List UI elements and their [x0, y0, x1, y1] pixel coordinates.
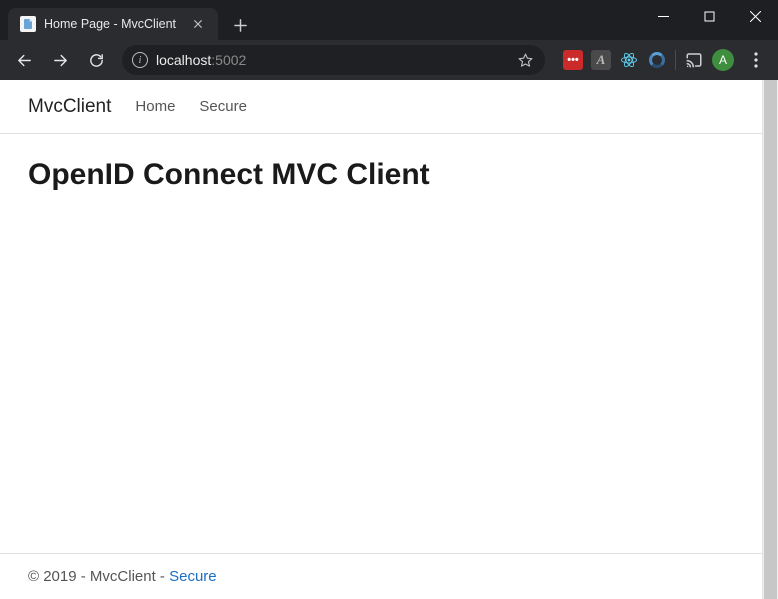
extension-adobe-icon[interactable]: A [591, 50, 611, 70]
extensions-strip: ••• A A [555, 49, 738, 71]
window-titlebar: Home Page - MvcClient [0, 0, 778, 40]
extension-lastpass-icon[interactable]: ••• [563, 50, 583, 70]
extension-circle-icon[interactable] [647, 50, 667, 70]
browser-toolbar: i localhost:5002 ••• A A [0, 40, 778, 80]
page-viewport: MvcClient Home Secure OpenID Connect MVC… [0, 80, 762, 599]
vertical-scrollbar-thumb[interactable] [764, 80, 777, 599]
window-minimize-button[interactable] [640, 0, 686, 32]
forward-button[interactable] [44, 44, 76, 76]
page-heading: OpenID Connect MVC Client [28, 158, 734, 192]
cast-icon[interactable] [684, 50, 704, 70]
extension-react-devtools-icon[interactable] [619, 50, 639, 70]
address-port: :5002 [211, 52, 246, 68]
window-close-button[interactable] [732, 0, 778, 32]
browser-tab[interactable]: Home Page - MvcClient [8, 8, 218, 40]
address-host: localhost [156, 52, 211, 68]
tab-title: Home Page - MvcClient [44, 17, 182, 31]
back-button[interactable] [8, 44, 40, 76]
nav-link-secure[interactable]: Secure [199, 98, 247, 115]
site-info-icon[interactable]: i [132, 52, 148, 68]
viewport-wrap: MvcClient Home Secure OpenID Connect MVC… [0, 80, 778, 599]
footer-secure-link[interactable]: Secure [169, 568, 217, 585]
page-body: OpenID Connect MVC Client [0, 134, 762, 553]
toolbar-divider [675, 50, 676, 70]
bookmark-star-icon[interactable] [515, 50, 535, 70]
address-text: localhost:5002 [156, 52, 507, 68]
reload-button[interactable] [80, 44, 112, 76]
new-tab-button[interactable] [226, 11, 254, 39]
close-tab-button[interactable] [190, 16, 206, 32]
browser-menu-button[interactable] [742, 44, 770, 76]
site-navbar: MvcClient Home Secure [0, 80, 762, 134]
page-icon [20, 16, 36, 32]
address-bar[interactable]: i localhost:5002 [122, 45, 545, 75]
window-maximize-button[interactable] [686, 0, 732, 32]
site-brand[interactable]: MvcClient [28, 96, 111, 118]
vertical-scrollbar[interactable] [762, 80, 778, 599]
profile-avatar[interactable]: A [712, 49, 734, 71]
window-controls [640, 0, 778, 32]
tab-strip: Home Page - MvcClient [0, 0, 254, 40]
footer-copyright: © 2019 - MvcClient - [28, 568, 169, 585]
page-footer: © 2019 - MvcClient - Secure [0, 553, 762, 599]
nav-link-home[interactable]: Home [135, 98, 175, 115]
